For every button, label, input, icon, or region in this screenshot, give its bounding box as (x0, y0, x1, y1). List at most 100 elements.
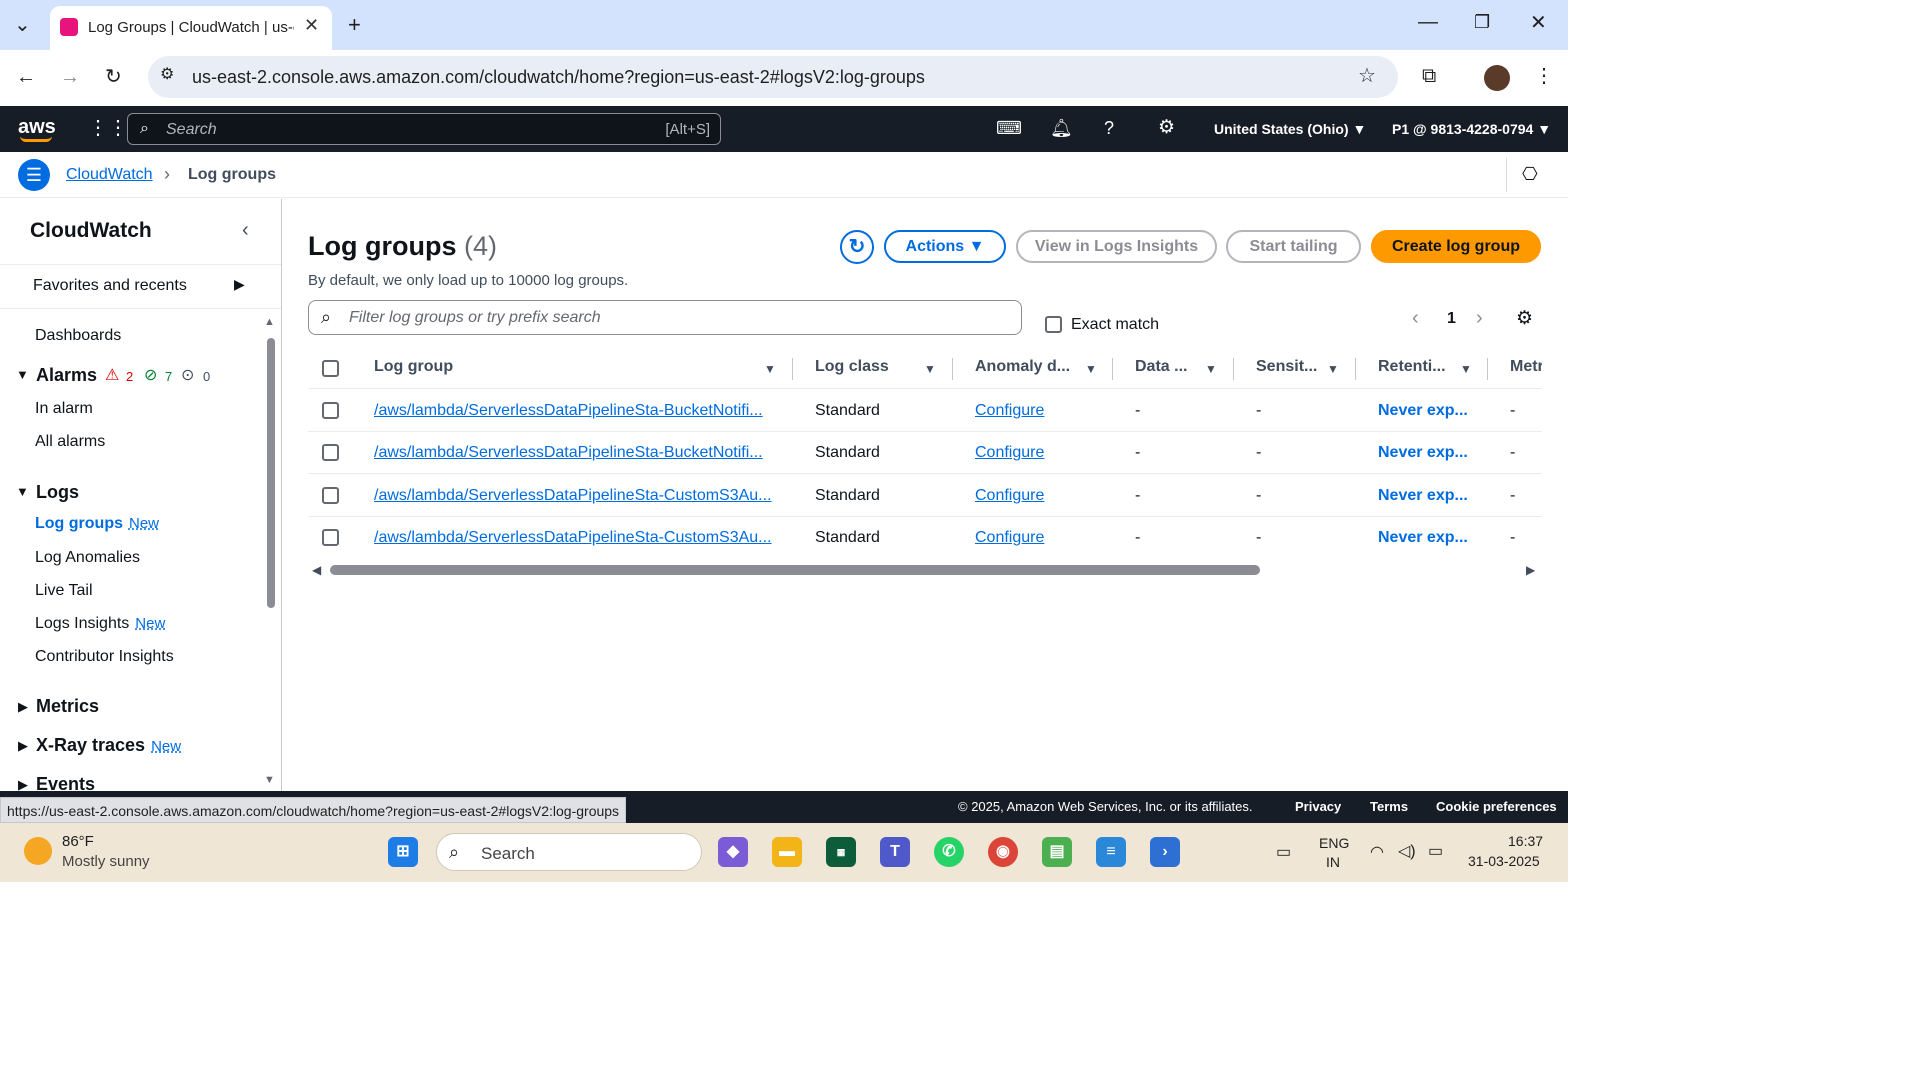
photos-app-icon[interactable]: ▤ (1042, 837, 1072, 867)
caret-right-icon[interactable]: ▶ (234, 276, 245, 293)
select-all-checkbox[interactable] (322, 360, 339, 377)
aws-search-input[interactable]: ⌕ Search [Alt+S] (127, 113, 721, 145)
privacy-link[interactable]: Privacy (1295, 799, 1341, 814)
whatsapp-icon[interactable]: ✆ (934, 837, 964, 867)
forward-icon[interactable]: → (60, 67, 80, 87)
table-settings-icon[interactable]: ⚙ (1516, 307, 1533, 330)
sort-icon[interactable]: ▼ (1327, 362, 1339, 376)
region-selector[interactable]: United States (Ohio) ▼ (1214, 121, 1366, 137)
column-separator[interactable] (952, 358, 953, 380)
reload-icon[interactable]: ↻ (105, 67, 122, 87)
sort-icon[interactable]: ▼ (764, 362, 776, 376)
row-checkbox[interactable] (322, 402, 339, 419)
sidebar-item-xray[interactable]: X-Ray traces New (36, 735, 181, 756)
restore-icon[interactable]: ❐ (1474, 13, 1490, 31)
column-header-retention[interactable]: Retenti... (1378, 358, 1446, 376)
clock-date[interactable]: 31-03-2025 (1468, 853, 1540, 869)
extensions-icon[interactable]: ⧉ (1422, 66, 1436, 86)
row-checkbox[interactable] (322, 487, 339, 504)
caret-down-icon[interactable]: ▼ (16, 484, 29, 499)
refresh-button[interactable]: ↻ (840, 230, 874, 264)
weather-condition[interactable]: Mostly sunny (62, 853, 150, 870)
sort-icon[interactable]: ▼ (1085, 362, 1097, 376)
log-group-link[interactable]: /aws/lambda/ServerlessDataPipelineSta-Bu… (374, 402, 763, 420)
sidebar-item-dashboards[interactable]: Dashboards (35, 327, 121, 345)
bookmark-star-icon[interactable]: ☆ (1358, 66, 1376, 86)
actions-button[interactable]: Actions ▼ (884, 230, 1006, 263)
sidenav-scrollbar[interactable] (267, 338, 275, 608)
log-group-link[interactable]: /aws/lambda/ServerlessDataPipelineSta-Cu… (374, 487, 772, 505)
prev-page-icon[interactable]: ‹ (1412, 307, 1419, 330)
taskbar-search[interactable]: ⌕ Search (436, 833, 702, 871)
weather-sun-icon[interactable] (24, 837, 52, 865)
info-panel-icon[interactable]: ⎔ (1522, 164, 1538, 185)
configure-anomaly-link[interactable]: Configure (975, 402, 1044, 420)
volume-icon[interactable]: ◁) (1398, 841, 1416, 861)
sidebar-item-events[interactable]: Events (36, 774, 95, 791)
clock-time[interactable]: 16:37 (1508, 833, 1543, 849)
site-info-icon[interactable]: ⚙ (160, 67, 174, 83)
copilot-icon[interactable]: ◆ (718, 837, 748, 867)
retention-link[interactable]: Never exp... (1378, 402, 1468, 420)
back-icon[interactable]: ← (16, 67, 36, 87)
log-group-link[interactable]: /aws/lambda/ServerlessDataPipelineSta-Cu… (374, 529, 772, 547)
sort-icon[interactable]: ▼ (924, 362, 936, 376)
create-log-group-button[interactable]: Create log group (1371, 230, 1541, 263)
retention-link[interactable]: Never exp... (1378, 487, 1468, 505)
scroll-down-icon[interactable]: ▼ (264, 774, 275, 786)
row-checkbox[interactable] (322, 444, 339, 461)
powershell-icon[interactable]: › (1150, 837, 1180, 867)
view-in-logs-insights-button[interactable]: View in Logs Insights (1016, 230, 1217, 263)
retention-link[interactable]: Never exp... (1378, 444, 1468, 462)
configure-anomaly-link[interactable]: Configure (975, 487, 1044, 505)
scroll-up-icon[interactable]: ▲ (264, 316, 275, 328)
column-separator[interactable] (1355, 358, 1356, 380)
page-number[interactable]: 1 (1447, 310, 1456, 328)
sidebar-item-all-alarms[interactable]: All alarms (35, 433, 105, 451)
sidebar-item-logs[interactable]: Logs (36, 482, 79, 503)
sidebar-item-alarms[interactable]: Alarms (36, 365, 97, 386)
battery-icon[interactable]: ▭ (1428, 841, 1443, 861)
sidebar-item-favorites[interactable]: Favorites and recents (33, 277, 187, 295)
tab-close-icon[interactable]: ✕ (304, 15, 319, 36)
caret-down-icon[interactable]: ▼ (16, 367, 29, 382)
sidebar-item-live-tail[interactable]: Live Tail (35, 582, 93, 600)
next-page-icon[interactable]: › (1476, 307, 1483, 330)
window-close-icon[interactable]: ✕ (1530, 13, 1547, 33)
configure-anomaly-link[interactable]: Configure (975, 529, 1044, 547)
row-checkbox[interactable] (322, 529, 339, 546)
sort-icon[interactable]: ▼ (1460, 362, 1472, 376)
column-separator[interactable] (1112, 358, 1113, 380)
tablet-mode-icon[interactable]: ▭ (1276, 842, 1291, 862)
profile-avatar[interactable] (1484, 65, 1510, 91)
language-eng[interactable]: ENG (1319, 835, 1349, 851)
column-separator[interactable] (1233, 358, 1234, 380)
breadcrumb-cloudwatch[interactable]: CloudWatch (66, 166, 153, 184)
notepad-icon[interactable]: ≡ (1096, 837, 1126, 867)
wifi-icon[interactable]: ◠ (1370, 842, 1384, 862)
sidebar-item-logs-insights[interactable]: Logs Insights New (35, 615, 165, 633)
notifications-bell-icon[interactable]: 🔔︎ (1050, 119, 1073, 137)
scroll-left-icon[interactable]: ◀ (312, 563, 321, 577)
column-header-anomaly[interactable]: Anomaly d... (975, 358, 1070, 376)
column-header-log-class[interactable]: Log class (815, 358, 889, 376)
cookie-preferences-link[interactable]: Cookie preferences (1436, 799, 1557, 814)
log-group-link[interactable]: /aws/lambda/ServerlessDataPipelineSta-Bu… (374, 444, 763, 462)
column-header-data-protection[interactable]: Data ... (1135, 358, 1187, 376)
chrome-icon[interactable]: ◉ (988, 837, 1018, 867)
windows-start-icon[interactable]: ⊞ (388, 837, 418, 867)
sidebar-item-log-groups[interactable]: Log groups New (35, 515, 159, 533)
column-separator[interactable] (1487, 358, 1488, 380)
caret-right-icon[interactable]: ▶ (18, 699, 28, 715)
minimize-icon[interactable]: — (1418, 12, 1438, 32)
column-header-log-group[interactable]: Log group (374, 358, 453, 376)
settings-gear-icon[interactable]: ⚙ (1158, 118, 1175, 137)
tab-search-chevron-icon[interactable]: ⌄ (14, 15, 31, 35)
teams-icon[interactable]: T (880, 837, 910, 867)
usf-app-icon[interactable]: ▦ (826, 837, 856, 867)
file-explorer-icon[interactable]: ▬ (772, 837, 802, 867)
start-tailing-button[interactable]: Start tailing (1226, 230, 1361, 263)
sidebar-item-log-anomalies[interactable]: Log Anomalies (35, 549, 140, 567)
filter-log-groups-input[interactable]: ⌕ Filter log groups or try prefix search (308, 300, 1022, 335)
language-in[interactable]: IN (1326, 854, 1340, 870)
